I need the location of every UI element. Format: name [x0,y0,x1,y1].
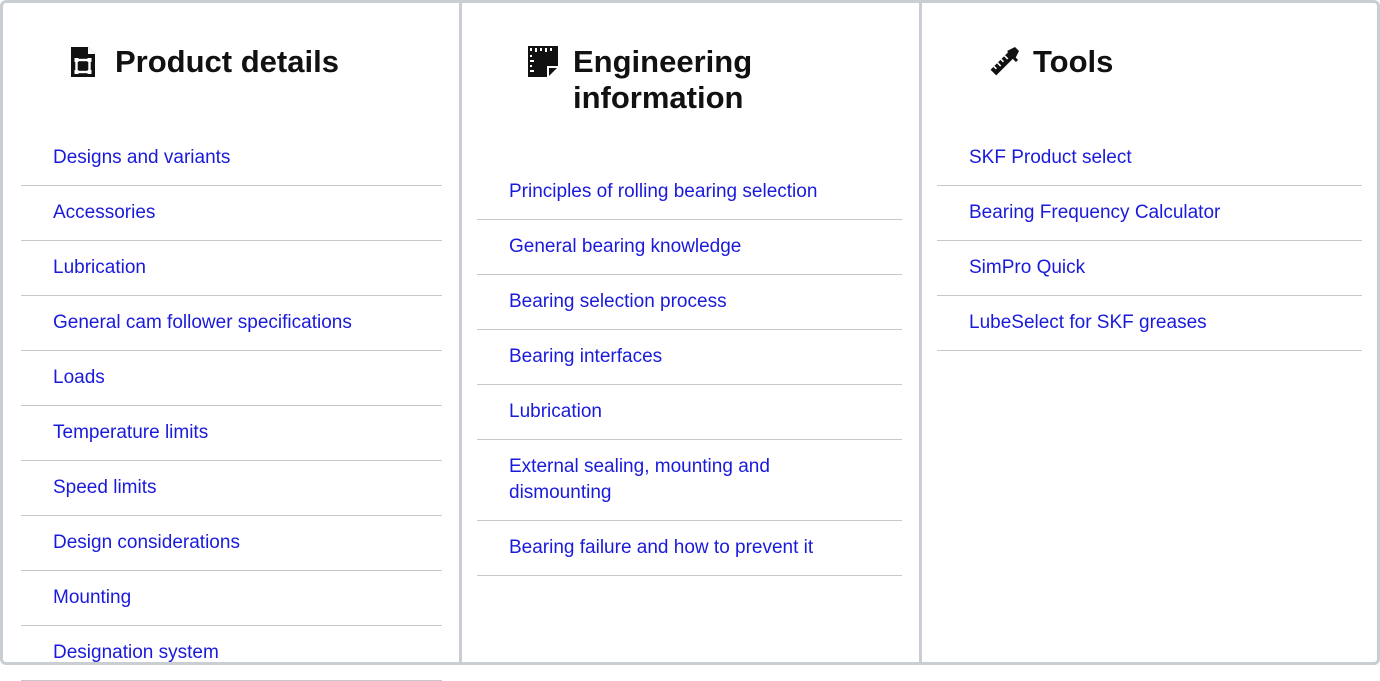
list-item: Bearing selection process [477,275,902,330]
link-design-considerations[interactable]: Design considerations [53,530,422,556]
list-item: Principles of rolling bearing selection [477,165,902,220]
engineering-information-heading: Engineering information [527,44,813,116]
list-item: Bearing failure and how to prevent it [477,521,902,576]
list-item: Mounting [21,571,442,626]
ruler-pencil-icon [987,44,1021,80]
product-details-links: Designs and variants Accessories Lubrica… [21,131,442,681]
list-item: General bearing knowledge [477,220,902,275]
tools-column: Tools SKF Product select Bearing Frequen… [919,3,1377,662]
tools-links: SKF Product select Bearing Frequency Cal… [937,131,1362,351]
list-item: Design considerations [21,516,442,571]
product-details-column: Product details Designs and variants Acc… [3,3,459,681]
list-item: SimPro Quick [937,241,1362,296]
link-designation-system[interactable]: Designation system [53,640,422,666]
product-sheet-icon [69,44,103,80]
link-lubrication[interactable]: Lubrication [53,255,422,281]
tools-title: Tools [1033,44,1114,79]
engineering-drawing-icon [527,44,561,80]
link-general-cam-follower-specifications[interactable]: General cam follower specifications [53,310,422,336]
list-item: External sealing, mounting and dismounti… [477,440,902,521]
list-item: Designation system [21,626,442,681]
resource-panel: Product details Designs and variants Acc… [0,0,1380,681]
link-accessories[interactable]: Accessories [53,200,422,226]
link-bearing-selection-process[interactable]: Bearing selection process [509,289,882,315]
engineering-information-title: Engineering information [573,44,753,115]
list-item: Designs and variants [21,131,442,186]
link-mounting[interactable]: Mounting [53,585,422,611]
list-item: SKF Product select [937,131,1362,186]
product-details-heading: Product details [69,44,355,80]
tools-heading: Tools [987,44,1273,80]
link-skf-product-select[interactable]: SKF Product select [969,145,1342,171]
engineering-information-column: Engineering information Principles of ro… [459,3,919,662]
link-general-bearing-knowledge[interactable]: General bearing knowledge [509,234,882,260]
link-simpro-quick[interactable]: SimPro Quick [969,255,1342,281]
product-details-title: Product details [115,44,339,79]
link-designs-and-variants[interactable]: Designs and variants [53,145,422,171]
link-bearing-failure-prevention[interactable]: Bearing failure and how to prevent it [509,535,882,561]
link-lubeselect-for-skf-greases[interactable]: LubeSelect for SKF greases [969,310,1342,336]
engineering-information-links: Principles of rolling bearing selection … [477,165,902,576]
list-item: Lubrication [21,241,442,296]
link-temperature-limits[interactable]: Temperature limits [53,420,422,446]
list-item: Accessories [21,186,442,241]
link-speed-limits[interactable]: Speed limits [53,475,422,501]
link-lubrication[interactable]: Lubrication [509,399,882,425]
list-item: LubeSelect for SKF greases [937,296,1362,351]
list-item: Speed limits [21,461,442,516]
list-item: General cam follower specifications [21,296,442,351]
link-bearing-frequency-calculator[interactable]: Bearing Frequency Calculator [969,200,1342,226]
list-item: Temperature limits [21,406,442,461]
link-bearing-interfaces[interactable]: Bearing interfaces [509,344,882,370]
link-external-sealing-mounting-dismounting[interactable]: External sealing, mounting and dismounti… [509,454,809,506]
link-principles-of-rolling-bearing-selection[interactable]: Principles of rolling bearing selection [509,179,882,205]
list-item: Bearing interfaces [477,330,902,385]
list-item: Lubrication [477,385,902,440]
list-item: Loads [21,351,442,406]
list-item: Bearing Frequency Calculator [937,186,1362,241]
link-loads[interactable]: Loads [53,365,422,391]
